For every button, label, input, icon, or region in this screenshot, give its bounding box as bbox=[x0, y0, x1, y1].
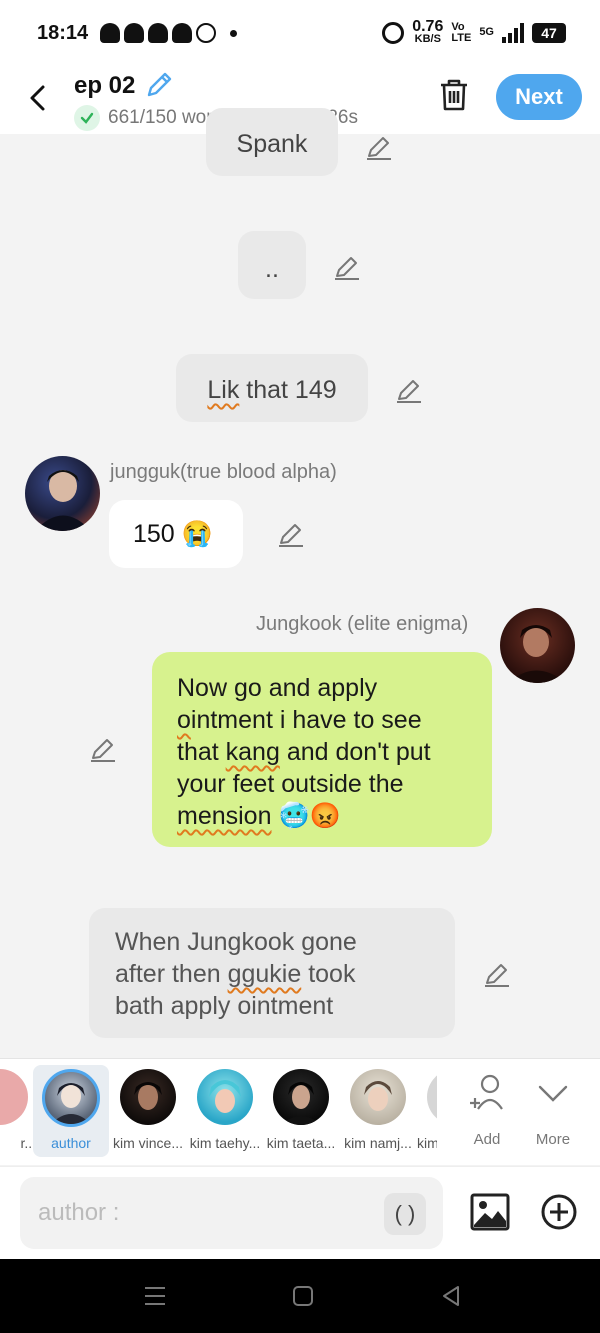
more-notifications-dot bbox=[230, 29, 237, 37]
message-bubble[interactable]: 150 😭 bbox=[109, 500, 243, 568]
message-line: Now go and apply bbox=[177, 674, 378, 702]
character-option[interactable]: kim vince... bbox=[110, 1059, 186, 1159]
message-line: ointment i have to see bbox=[177, 706, 422, 734]
character-label: kim taeta... bbox=[266, 1135, 336, 1151]
message-bubble[interactable]: When Jungkook gone after then ggukie too… bbox=[89, 908, 455, 1038]
chevron-down-icon bbox=[538, 1085, 568, 1102]
avatar[interactable] bbox=[25, 456, 100, 531]
character-avatar bbox=[350, 1069, 406, 1125]
character-label: kim taehy... bbox=[189, 1135, 261, 1151]
edit-message-icon[interactable] bbox=[334, 254, 360, 280]
input-placeholder: author : bbox=[38, 1199, 120, 1226]
more-label: More bbox=[535, 1131, 571, 1148]
message-line: your feet outside the bbox=[177, 770, 404, 798]
character-option[interactable]: kim taehy... bbox=[187, 1059, 263, 1159]
alarm-icon bbox=[382, 21, 405, 44]
message-text: 150 bbox=[133, 520, 175, 548]
message-bubble[interactable]: Lik that 149 bbox=[176, 354, 368, 422]
message-text: that 149 bbox=[246, 376, 337, 404]
message-line: that kang and don't put bbox=[177, 738, 431, 766]
misspelled-word: Lik bbox=[207, 376, 240, 404]
character-label: kim namj... bbox=[344, 1135, 412, 1151]
parentheses-button[interactable]: ( ) bbox=[384, 1193, 426, 1235]
character-avatar bbox=[197, 1069, 253, 1125]
edit-title-icon[interactable] bbox=[144, 70, 174, 100]
character-label: kim vince... bbox=[112, 1135, 183, 1151]
character-name: Jungkook (elite enigma) bbox=[256, 613, 469, 635]
message-bubble[interactable]: .. bbox=[238, 231, 306, 299]
notification-icons bbox=[100, 23, 237, 43]
net-speed: 0.76 KB/S bbox=[412, 18, 444, 45]
whatsapp-icon bbox=[196, 23, 216, 43]
character-option[interactable]: kim taeta... bbox=[263, 1059, 339, 1159]
status-bar: 18:14 0.76 KB/S Vo LTE 5G 47 bbox=[0, 0, 600, 68]
episode-title: ep 02 bbox=[74, 72, 136, 99]
trash-icon[interactable] bbox=[438, 78, 470, 112]
character-avatar bbox=[273, 1069, 329, 1125]
network-gen: 5G bbox=[479, 26, 494, 38]
character-avatar bbox=[120, 1069, 176, 1125]
character-option-author[interactable]: author bbox=[33, 1065, 109, 1157]
edit-message-icon[interactable] bbox=[366, 134, 392, 160]
next-button[interactable]: Next bbox=[496, 74, 582, 120]
image-icon[interactable] bbox=[470, 1193, 510, 1231]
edit-message-icon[interactable] bbox=[90, 736, 116, 762]
add-circle-icon[interactable] bbox=[540, 1193, 578, 1231]
message-bubble[interactable]: Spank bbox=[206, 108, 338, 176]
check-icon bbox=[74, 105, 100, 131]
more-characters-button[interactable]: More bbox=[523, 1073, 583, 1148]
battery-icon: 47 bbox=[532, 22, 566, 43]
snapchat-icon bbox=[172, 23, 192, 43]
composer: author : ( ) bbox=[0, 1166, 600, 1259]
edit-message-icon[interactable] bbox=[278, 521, 304, 547]
volte-indicator: Vo LTE bbox=[451, 20, 472, 44]
add-user-icon bbox=[470, 1074, 503, 1110]
emoji: 🥶😡 bbox=[271, 802, 341, 830]
edit-message-icon[interactable] bbox=[396, 377, 422, 403]
recents-icon[interactable] bbox=[144, 1286, 166, 1306]
snapchat-icon bbox=[148, 23, 168, 43]
character-label: author bbox=[51, 1135, 91, 1151]
character-name: jungguk(true blood alpha) bbox=[110, 461, 337, 483]
snapchat-icon bbox=[100, 23, 120, 43]
edit-message-icon[interactable] bbox=[484, 961, 510, 987]
crying-emoji: 😭 bbox=[181, 520, 213, 548]
message-line: mension 🥶😡 bbox=[177, 802, 341, 830]
add-character-button[interactable]: Add bbox=[457, 1073, 517, 1148]
back-arrow-icon[interactable] bbox=[26, 84, 50, 112]
status-time: 18:14 bbox=[37, 22, 89, 44]
message-line: after then ggukie took bbox=[115, 960, 356, 988]
message-text: .. bbox=[265, 255, 279, 283]
message-bubble[interactable]: Now go and apply ointment i have to see … bbox=[152, 652, 492, 847]
character-option[interactable]: kim bbox=[417, 1059, 437, 1159]
message-text: Spank bbox=[236, 130, 308, 158]
home-icon[interactable] bbox=[292, 1285, 314, 1307]
add-label: Add bbox=[473, 1131, 501, 1148]
message-line: bath apply ointment bbox=[115, 992, 334, 1020]
back-nav-icon[interactable] bbox=[440, 1285, 462, 1307]
character-picker: r... author kim vince... kim taehy... ki… bbox=[0, 1058, 600, 1165]
character-label: kim bbox=[417, 1135, 437, 1151]
character-avatar bbox=[427, 1069, 437, 1125]
character-option[interactable]: kim namj... bbox=[340, 1059, 416, 1159]
signal-icon bbox=[502, 22, 524, 43]
avatar[interactable] bbox=[500, 608, 575, 683]
character-avatar bbox=[42, 1069, 100, 1127]
character-avatar bbox=[0, 1069, 28, 1125]
message-line: When Jungkook gone bbox=[115, 928, 357, 956]
snapchat-icon bbox=[124, 23, 144, 43]
system-nav-bar bbox=[0, 1259, 600, 1333]
status-right: 0.76 KB/S Vo LTE 5G 47 bbox=[382, 18, 566, 45]
